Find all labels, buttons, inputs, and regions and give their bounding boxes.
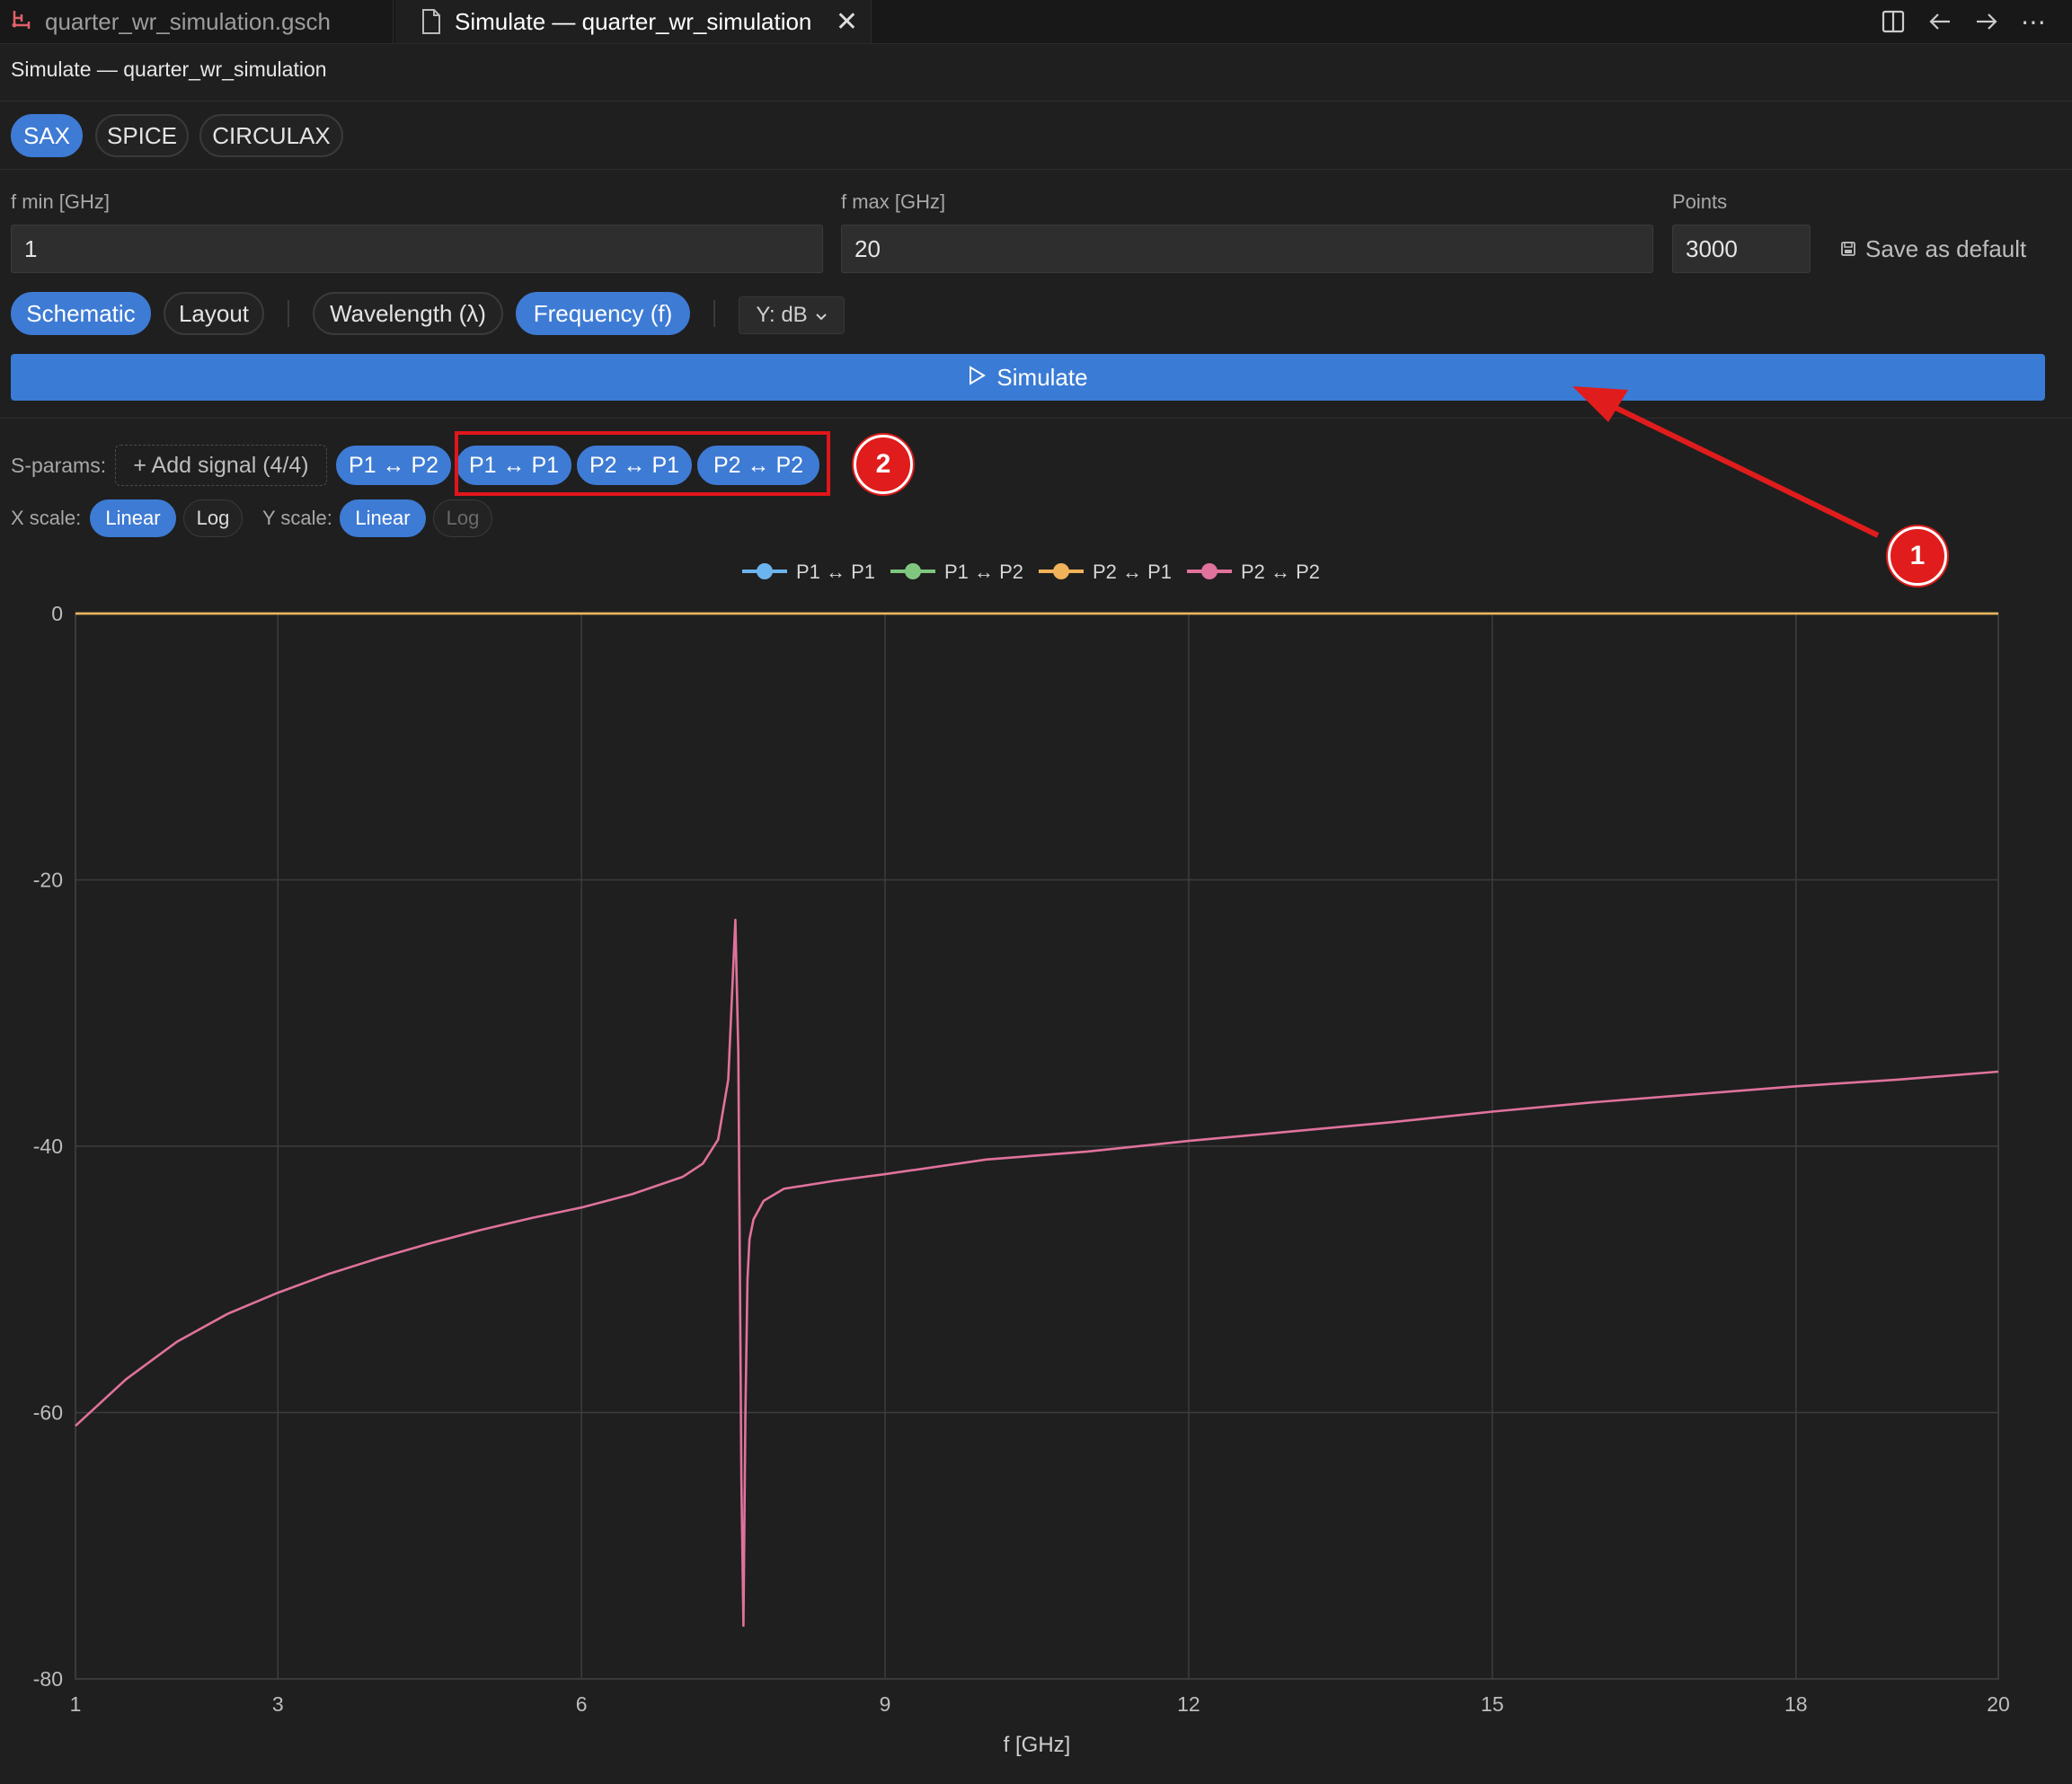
legend-marker xyxy=(757,563,773,579)
page-title: Simulate — quarter_wr_simulation xyxy=(11,57,327,81)
fmin-label: f min [GHz] xyxy=(11,190,111,213)
divider xyxy=(288,300,289,327)
y-mode-value: Y: dB xyxy=(756,303,808,327)
points-label: Points xyxy=(1672,190,1728,213)
y-tick-label: -80 xyxy=(33,1667,63,1691)
divider xyxy=(0,169,2072,170)
series-line-3 xyxy=(75,918,1999,1627)
signal-chip-p1-p2[interactable]: P1 ↔ P2 xyxy=(336,446,451,485)
x-tick-label: 3 xyxy=(272,1692,284,1716)
legend-marker xyxy=(905,563,921,579)
legend-entry: P2 ↔ P1 xyxy=(1093,561,1172,583)
x-scale-log-button[interactable]: Log xyxy=(183,499,243,537)
frequency-toggle[interactable]: Frequency (f) xyxy=(516,292,690,335)
layout-toggle[interactable]: Layout xyxy=(164,292,264,335)
y-tick-label: 0 xyxy=(51,602,63,625)
legend-entry: P2 ↔ P2 xyxy=(1241,561,1320,583)
chart-grid xyxy=(75,613,1999,1680)
y-tick-label: -20 xyxy=(33,869,63,892)
sparams-label: S-params: xyxy=(11,454,107,477)
chart-legend: P1 ↔ P1 P1 ↔ P2 P2 ↔ P1 P2 ↔ P2 xyxy=(742,561,1320,583)
annotation-badge-1: 1 xyxy=(1888,526,1947,586)
tab-label: Simulate — quarter_wr_simulation xyxy=(455,7,812,35)
x-tick-label: 20 xyxy=(1987,1692,2010,1716)
file-icon xyxy=(415,5,447,38)
close-icon[interactable]: ✕ xyxy=(836,6,858,38)
fmax-label: f max [GHz] xyxy=(841,190,946,213)
more-icon[interactable]: ⋯ xyxy=(2020,8,2047,36)
back-arrow-icon[interactable] xyxy=(1926,8,1953,35)
x-tick-label: 18 xyxy=(1784,1692,1808,1716)
divider xyxy=(0,101,2072,102)
save-default-button[interactable]: Save as default xyxy=(1840,235,2026,263)
points-input[interactable]: 3000 xyxy=(1672,225,1811,273)
legend-entry: P1 ↔ P1 xyxy=(796,561,875,583)
chevron-down-icon xyxy=(815,303,828,328)
engine-spice-button[interactable]: SPICE xyxy=(95,114,189,157)
chart-axes: 1 3 6 9 12 15 18 20 0 -20 -40 -60 -80 xyxy=(33,602,2010,1716)
tab-schematic-file[interactable]: quarter_wr_simulation.gsch xyxy=(0,0,394,43)
x-tick-label: 1 xyxy=(70,1692,82,1716)
y-tick-label: -60 xyxy=(33,1401,63,1425)
schematic-toggle[interactable]: Schematic xyxy=(11,292,151,335)
simulate-button[interactable]: Simulate xyxy=(11,354,2045,401)
divider xyxy=(0,418,2072,419)
play-icon xyxy=(968,364,987,392)
save-default-label: Save as default xyxy=(1865,235,2027,262)
x-tick-label: 12 xyxy=(1177,1692,1200,1716)
y-scale-linear-button[interactable]: Linear xyxy=(340,499,426,537)
x-tick-label: 9 xyxy=(880,1692,891,1716)
y-mode-dropdown[interactable]: Y: dB xyxy=(739,296,845,334)
tab-simulate[interactable]: Simulate — quarter_wr_simulation ✕ xyxy=(395,0,872,43)
sparam-chart: 1 3 6 9 12 15 18 20 0 -20 -40 -60 -80 P1 ↔ P1 P1 ↔ P2… xyxy=(33,561,2010,1757)
y-scale-log-button[interactable]: Log xyxy=(433,499,492,537)
save-icon xyxy=(1840,235,1856,263)
annotation-highlight-box xyxy=(455,431,830,496)
chart-series xyxy=(75,612,1999,1627)
x-scale-linear-button[interactable]: Linear xyxy=(90,499,176,537)
legend-entry: P1 ↔ P2 xyxy=(944,561,1023,583)
tab-label: quarter_wr_simulation.gsch xyxy=(45,7,331,35)
y-scale-label: Y scale: xyxy=(262,507,332,529)
fmax-input[interactable]: 20 xyxy=(841,225,1653,273)
schematic-icon xyxy=(5,5,38,38)
wavelength-toggle[interactable]: Wavelength (λ) xyxy=(313,292,503,335)
x-tick-label: 15 xyxy=(1481,1692,1504,1716)
engine-circulax-button[interactable]: CIRCULAX xyxy=(199,114,343,157)
editor-tab-bar: quarter_wr_simulation.gsch Simulate — qu… xyxy=(0,0,2072,44)
legend-marker xyxy=(1201,563,1218,579)
x-scale-label: X scale: xyxy=(11,507,82,529)
simulate-label: Simulate xyxy=(996,363,1088,391)
engine-sax-button[interactable]: SAX xyxy=(11,114,83,157)
x-axis-label: f [GHz] xyxy=(1004,1733,1071,1757)
x-tick-label: 6 xyxy=(576,1692,588,1716)
add-signal-button[interactable]: + Add signal (4/4) xyxy=(115,445,327,486)
annotation-badge-2: 2 xyxy=(854,435,913,494)
legend-marker xyxy=(1053,563,1069,579)
divider xyxy=(713,300,715,327)
forward-arrow-icon[interactable] xyxy=(1973,8,2000,35)
split-editor-icon[interactable] xyxy=(1880,8,1907,35)
fmin-input[interactable]: 1 xyxy=(11,225,823,273)
y-tick-label: -40 xyxy=(33,1135,63,1158)
